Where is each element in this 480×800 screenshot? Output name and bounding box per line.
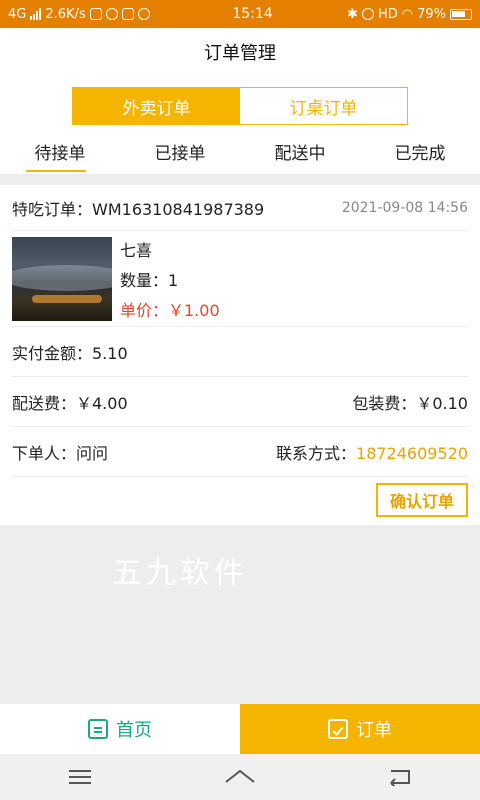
order-number-label: 特吃订单： xyxy=(12,199,93,219)
paid-amount-row: 实付金额：5.10 xyxy=(12,327,468,377)
hd-label: HD xyxy=(377,6,398,22)
tab-completed[interactable]: 已完成 xyxy=(360,128,480,174)
product-name: 七喜 xyxy=(120,240,153,260)
network-label: 4G xyxy=(8,6,27,22)
bluetooth-icon: ✱ xyxy=(347,6,358,22)
order-check-icon xyxy=(328,719,348,739)
contact-phone-link[interactable]: 18724609520 xyxy=(356,444,468,463)
tab-delivering[interactable]: 配送中 xyxy=(240,128,360,174)
alarm-icon xyxy=(361,8,374,20)
message-icon xyxy=(105,8,118,20)
buyer-name: 下单人：问问 xyxy=(12,443,109,463)
paid-amount: 实付金额：5.10 xyxy=(12,343,128,363)
signal-icon xyxy=(30,8,42,20)
chat-icon xyxy=(137,8,150,20)
order-type-switch: 外卖订单 订桌订单 xyxy=(0,76,480,128)
product-image xyxy=(12,236,112,321)
buyer-row: 下单人：问问 联系方式：18724609520 xyxy=(12,427,468,477)
net-speed: 2.6K/s xyxy=(45,6,86,22)
order-number-value: WM16310841987389 xyxy=(92,199,265,219)
notification-icon xyxy=(89,8,102,20)
product-row: 七喜 数量：1 单价：￥1.00 xyxy=(12,231,468,327)
fees-row: 配送费：￥4.00 包装费：￥0.10 xyxy=(12,377,468,427)
order-card: 特吃订单：WM16310841987389 2021-09-08 14:56 七… xyxy=(0,185,480,525)
clock: 15:14 xyxy=(232,6,273,22)
menu-button[interactable] xyxy=(60,762,100,792)
home-icon xyxy=(225,769,255,783)
product-unit-price: 单价：￥1.00 xyxy=(120,300,220,320)
system-nav-bar xyxy=(0,754,480,800)
delivery-fee: 配送费：￥4.00 xyxy=(12,393,128,413)
back-icon xyxy=(390,770,410,786)
home-document-icon xyxy=(88,719,108,739)
order-number: 特吃订单：WM16310841987389 xyxy=(12,196,264,220)
status-bar: 4G 2.6K/s 15:14 ✱ HD ◠ 79% xyxy=(0,0,480,28)
status-tabs: 待接单 已接单 配送中 已完成 xyxy=(0,128,480,174)
wifi-icon: ◠ xyxy=(401,6,414,22)
nav-home-button[interactable]: 首页 xyxy=(0,704,240,754)
nav-order-label: 订单 xyxy=(356,720,392,741)
contact-info: 联系方式：18724609520 xyxy=(276,440,468,464)
menu-icon xyxy=(69,770,91,784)
battery-percent: 79% xyxy=(417,6,446,22)
segment-takeout-button[interactable]: 外卖订单 xyxy=(73,88,240,124)
order-time: 2021-09-08 14:56 xyxy=(341,199,468,216)
watermark-text: 五九软件 xyxy=(112,556,248,591)
contact-label: 联系方式： xyxy=(276,443,357,463)
page-title: 订单管理 xyxy=(204,43,276,64)
product-quantity: 数量：1 xyxy=(120,270,179,290)
confirm-order-button[interactable]: 确认订单 xyxy=(376,483,468,517)
bottom-nav: 首页 订单 xyxy=(0,704,480,754)
tab-pending[interactable]: 待接单 xyxy=(0,128,120,174)
nav-order-button[interactable]: 订单 xyxy=(240,704,480,754)
nav-home-label: 首页 xyxy=(116,720,152,741)
back-button[interactable] xyxy=(380,762,420,792)
battery-icon xyxy=(450,8,472,20)
segment-table-button[interactable]: 订桌订单 xyxy=(240,88,407,124)
image-icon xyxy=(121,8,134,20)
tab-accepted[interactable]: 已接单 xyxy=(120,128,240,174)
page-header: 订单管理 xyxy=(0,28,480,76)
order-header-row: 特吃订单：WM16310841987389 2021-09-08 14:56 xyxy=(12,185,468,231)
packing-fee: 包装费：￥0.10 xyxy=(352,393,468,413)
home-button[interactable] xyxy=(220,762,260,792)
